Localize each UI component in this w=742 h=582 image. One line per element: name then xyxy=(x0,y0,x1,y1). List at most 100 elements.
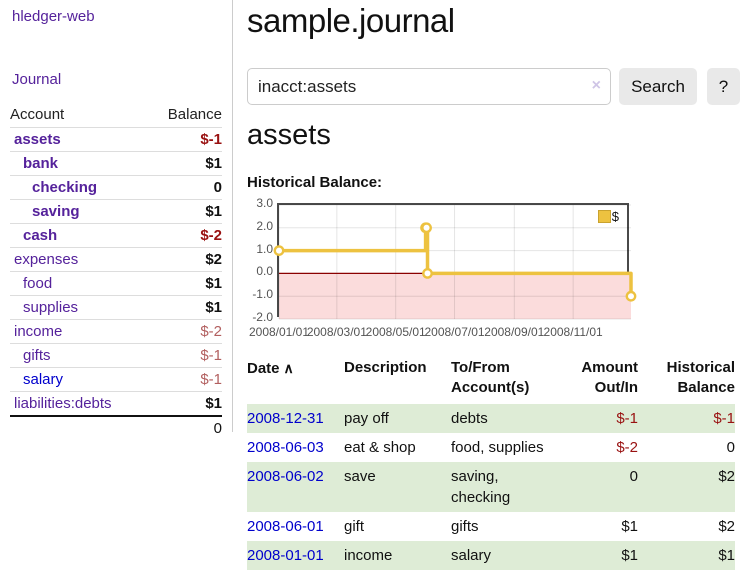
search-input[interactable] xyxy=(258,70,578,103)
account-name-cell: cash xyxy=(10,224,148,248)
historical-balance-chart[interactable]: $3.02.01.00.0-1.0-2.02008/01/012008/03/0… xyxy=(247,200,667,342)
account-row: cash$-2 xyxy=(10,224,222,248)
date-header-label: Date xyxy=(247,360,280,377)
data-point[interactable] xyxy=(423,269,431,277)
register-header-balance: Historical Balance xyxy=(646,356,735,404)
app-title-link[interactable]: hledger-web xyxy=(12,8,95,25)
account-name-cell: salary xyxy=(10,368,148,392)
transaction-accounts: saving, checking xyxy=(451,462,564,512)
account-name-cell: saving xyxy=(10,200,148,224)
transaction-date-link[interactable]: 2008-01-01 xyxy=(247,547,324,564)
accounts-header-balance: Balance xyxy=(148,103,222,128)
accounts-body: assets$-1bank$1checking0saving$1cash$-2e… xyxy=(10,128,222,417)
transaction-date-cell: 2008-06-01 xyxy=(247,512,344,541)
account-row: checking 0 xyxy=(10,176,222,200)
transaction-amount: $-2 xyxy=(564,433,646,462)
sidebar-item-journal[interactable]: Journal xyxy=(12,71,61,88)
search-button[interactable]: Search xyxy=(619,68,697,105)
account-balance: $2 xyxy=(148,248,222,272)
tofrom-header-line2: Account(s) xyxy=(451,378,556,398)
description-header-label: Description xyxy=(344,359,427,376)
account-name-cell: gifts xyxy=(10,344,148,368)
data-point[interactable] xyxy=(275,246,283,254)
tofrom-header-line1: To/From xyxy=(451,358,556,378)
account-name-cell: checking xyxy=(10,176,148,200)
account-name-cell: liabilities:debts xyxy=(10,392,148,417)
amount-header-line2: Out/In xyxy=(564,378,638,398)
clear-search-icon[interactable]: × xyxy=(592,77,601,95)
accounts-total-value: 0 xyxy=(148,416,222,440)
x-tick-label: 2008/03/01 xyxy=(307,325,367,339)
x-tick-label: 2008/07/01 xyxy=(424,325,484,339)
balance-header-line2: Balance xyxy=(646,378,735,398)
account-row: salary$-1 xyxy=(10,368,222,392)
transaction-accounts: food, supplies xyxy=(451,433,564,462)
transaction-date-link[interactable]: 2008-06-02 xyxy=(247,468,324,485)
transaction-date-link[interactable]: 2008-06-01 xyxy=(247,518,324,535)
transaction-accounts: debts xyxy=(451,404,564,433)
transaction-row: 2008-06-03 eat & shopfood, supplies$-20 xyxy=(247,433,735,462)
x-tick-label: 2008/11/01 xyxy=(544,325,603,339)
transaction-description: gift xyxy=(344,512,451,541)
x-tick-label: 2008/09/01 xyxy=(484,325,544,339)
transaction-date-cell: 2008-06-03 xyxy=(247,433,344,462)
account-row: supplies$1 xyxy=(10,296,222,320)
amount-header-line1: Amount xyxy=(564,358,638,378)
x-tick-label: 2008/01/01 xyxy=(249,325,309,339)
register-body: 2008-12-31pay offdebts$-1$-12008-06-03ea… xyxy=(247,404,735,570)
account-link[interactable]: supplies xyxy=(10,299,78,316)
transaction-date-cell: 2008-12-31 xyxy=(247,404,344,433)
chart-title: Historical Balance: xyxy=(247,174,382,191)
sort-ascending-icon: ∧ xyxy=(284,360,294,376)
chart-plot-area[interactable]: $ xyxy=(277,203,629,317)
register-header-amount: Amount Out/In xyxy=(564,356,646,404)
account-link[interactable]: liabilities:debts xyxy=(10,395,112,412)
register-table: Date∧ Description To/From Account(s) Amo… xyxy=(247,356,735,570)
data-point[interactable] xyxy=(422,224,430,232)
x-tick-label: 2008/05/01 xyxy=(366,325,426,339)
legend-label: $ xyxy=(612,209,619,224)
account-row: assets$-1 xyxy=(10,128,222,152)
accounts-table: Account Balance assets$-1bank$1checking0… xyxy=(10,103,222,440)
account-link[interactable]: income xyxy=(10,323,62,340)
account-balance: 0 xyxy=(148,176,222,200)
account-link[interactable]: food xyxy=(10,275,52,292)
search-box: × xyxy=(247,68,611,105)
sidebar: hledger-web Journal Account Balance asse… xyxy=(0,0,233,432)
transaction-amount: $1 xyxy=(564,512,646,541)
transaction-date-link[interactable]: 2008-12-31 xyxy=(247,410,324,427)
account-link[interactable]: checking xyxy=(10,179,97,196)
y-tick-label: 1.0 xyxy=(247,242,273,256)
account-row: liabilities:debts $1 xyxy=(10,392,222,417)
transaction-date-cell: 2008-06-02 xyxy=(247,462,344,512)
transaction-balance: $2 xyxy=(646,512,735,541)
account-link[interactable]: bank xyxy=(10,155,58,172)
transaction-description: pay off xyxy=(344,404,451,433)
transaction-date-link[interactable]: 2008-06-03 xyxy=(247,439,324,456)
account-link[interactable]: expenses xyxy=(10,251,78,268)
transaction-balance: $1 xyxy=(646,541,735,570)
page-title: sample.journal xyxy=(247,2,455,40)
chart-canvas xyxy=(279,205,631,319)
account-link[interactable]: saving xyxy=(10,203,80,220)
transaction-balance: 0 xyxy=(646,433,735,462)
transaction-description: eat & shop xyxy=(344,433,451,462)
account-balance: $1 xyxy=(148,152,222,176)
account-link[interactable]: gifts xyxy=(10,347,51,364)
account-link[interactable]: assets xyxy=(10,131,61,148)
register-header-date[interactable]: Date∧ xyxy=(247,356,344,404)
account-row: bank $1 xyxy=(10,152,222,176)
register-header-description: Description xyxy=(344,356,451,404)
help-button[interactable]: ? xyxy=(707,68,740,105)
account-link[interactable]: salary xyxy=(10,371,63,388)
transaction-date-cell: 2008-01-01 xyxy=(247,541,344,570)
account-row: food$1 xyxy=(10,272,222,296)
y-tick-label: -2.0 xyxy=(247,310,273,324)
data-point[interactable] xyxy=(627,292,635,300)
account-link[interactable]: cash xyxy=(10,227,57,244)
account-row: expenses $2 xyxy=(10,248,222,272)
account-name-cell: income xyxy=(10,320,148,344)
account-name-cell: food xyxy=(10,272,148,296)
account-balance: $1 xyxy=(148,392,222,417)
search-form: × Search ? xyxy=(247,68,742,106)
